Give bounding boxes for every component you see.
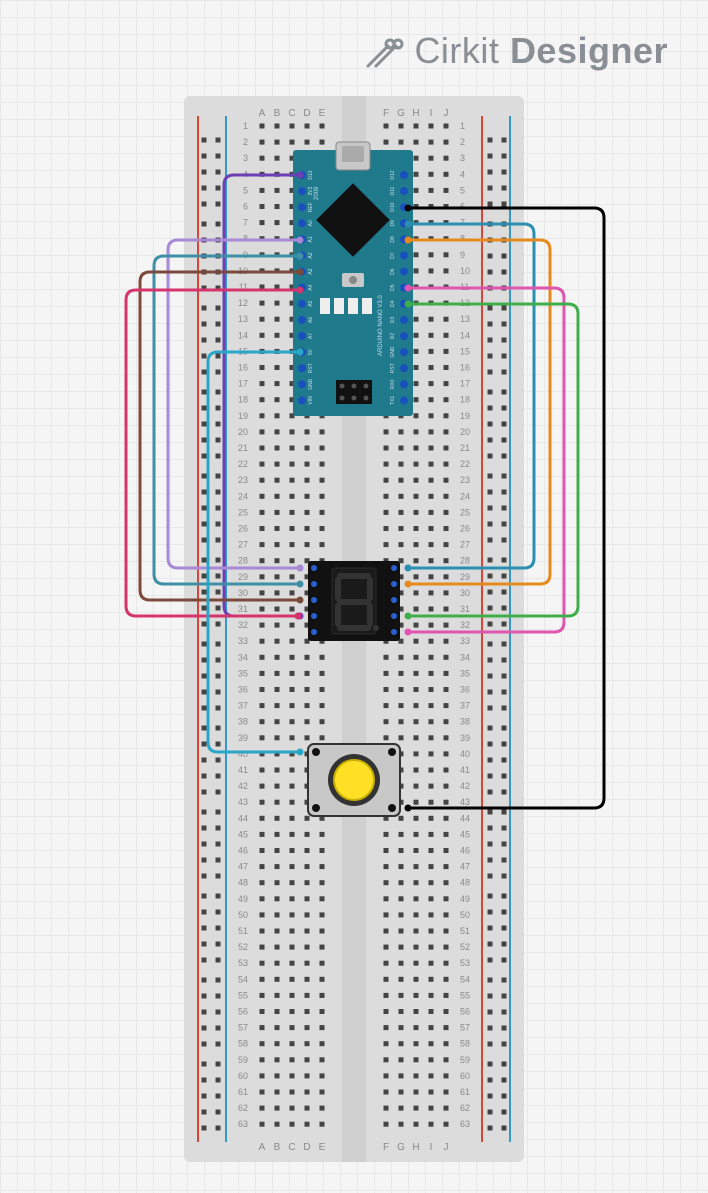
logo-icon — [362, 30, 404, 72]
logo-brand-2: Designer — [510, 30, 668, 71]
logo-text: Cirkit Designer — [414, 30, 668, 72]
breadboard-gutter — [342, 96, 366, 1162]
breadboard — [184, 96, 524, 1162]
app-logo: Cirkit Designer — [362, 30, 668, 72]
logo-brand-1: Cirkit — [414, 30, 499, 71]
